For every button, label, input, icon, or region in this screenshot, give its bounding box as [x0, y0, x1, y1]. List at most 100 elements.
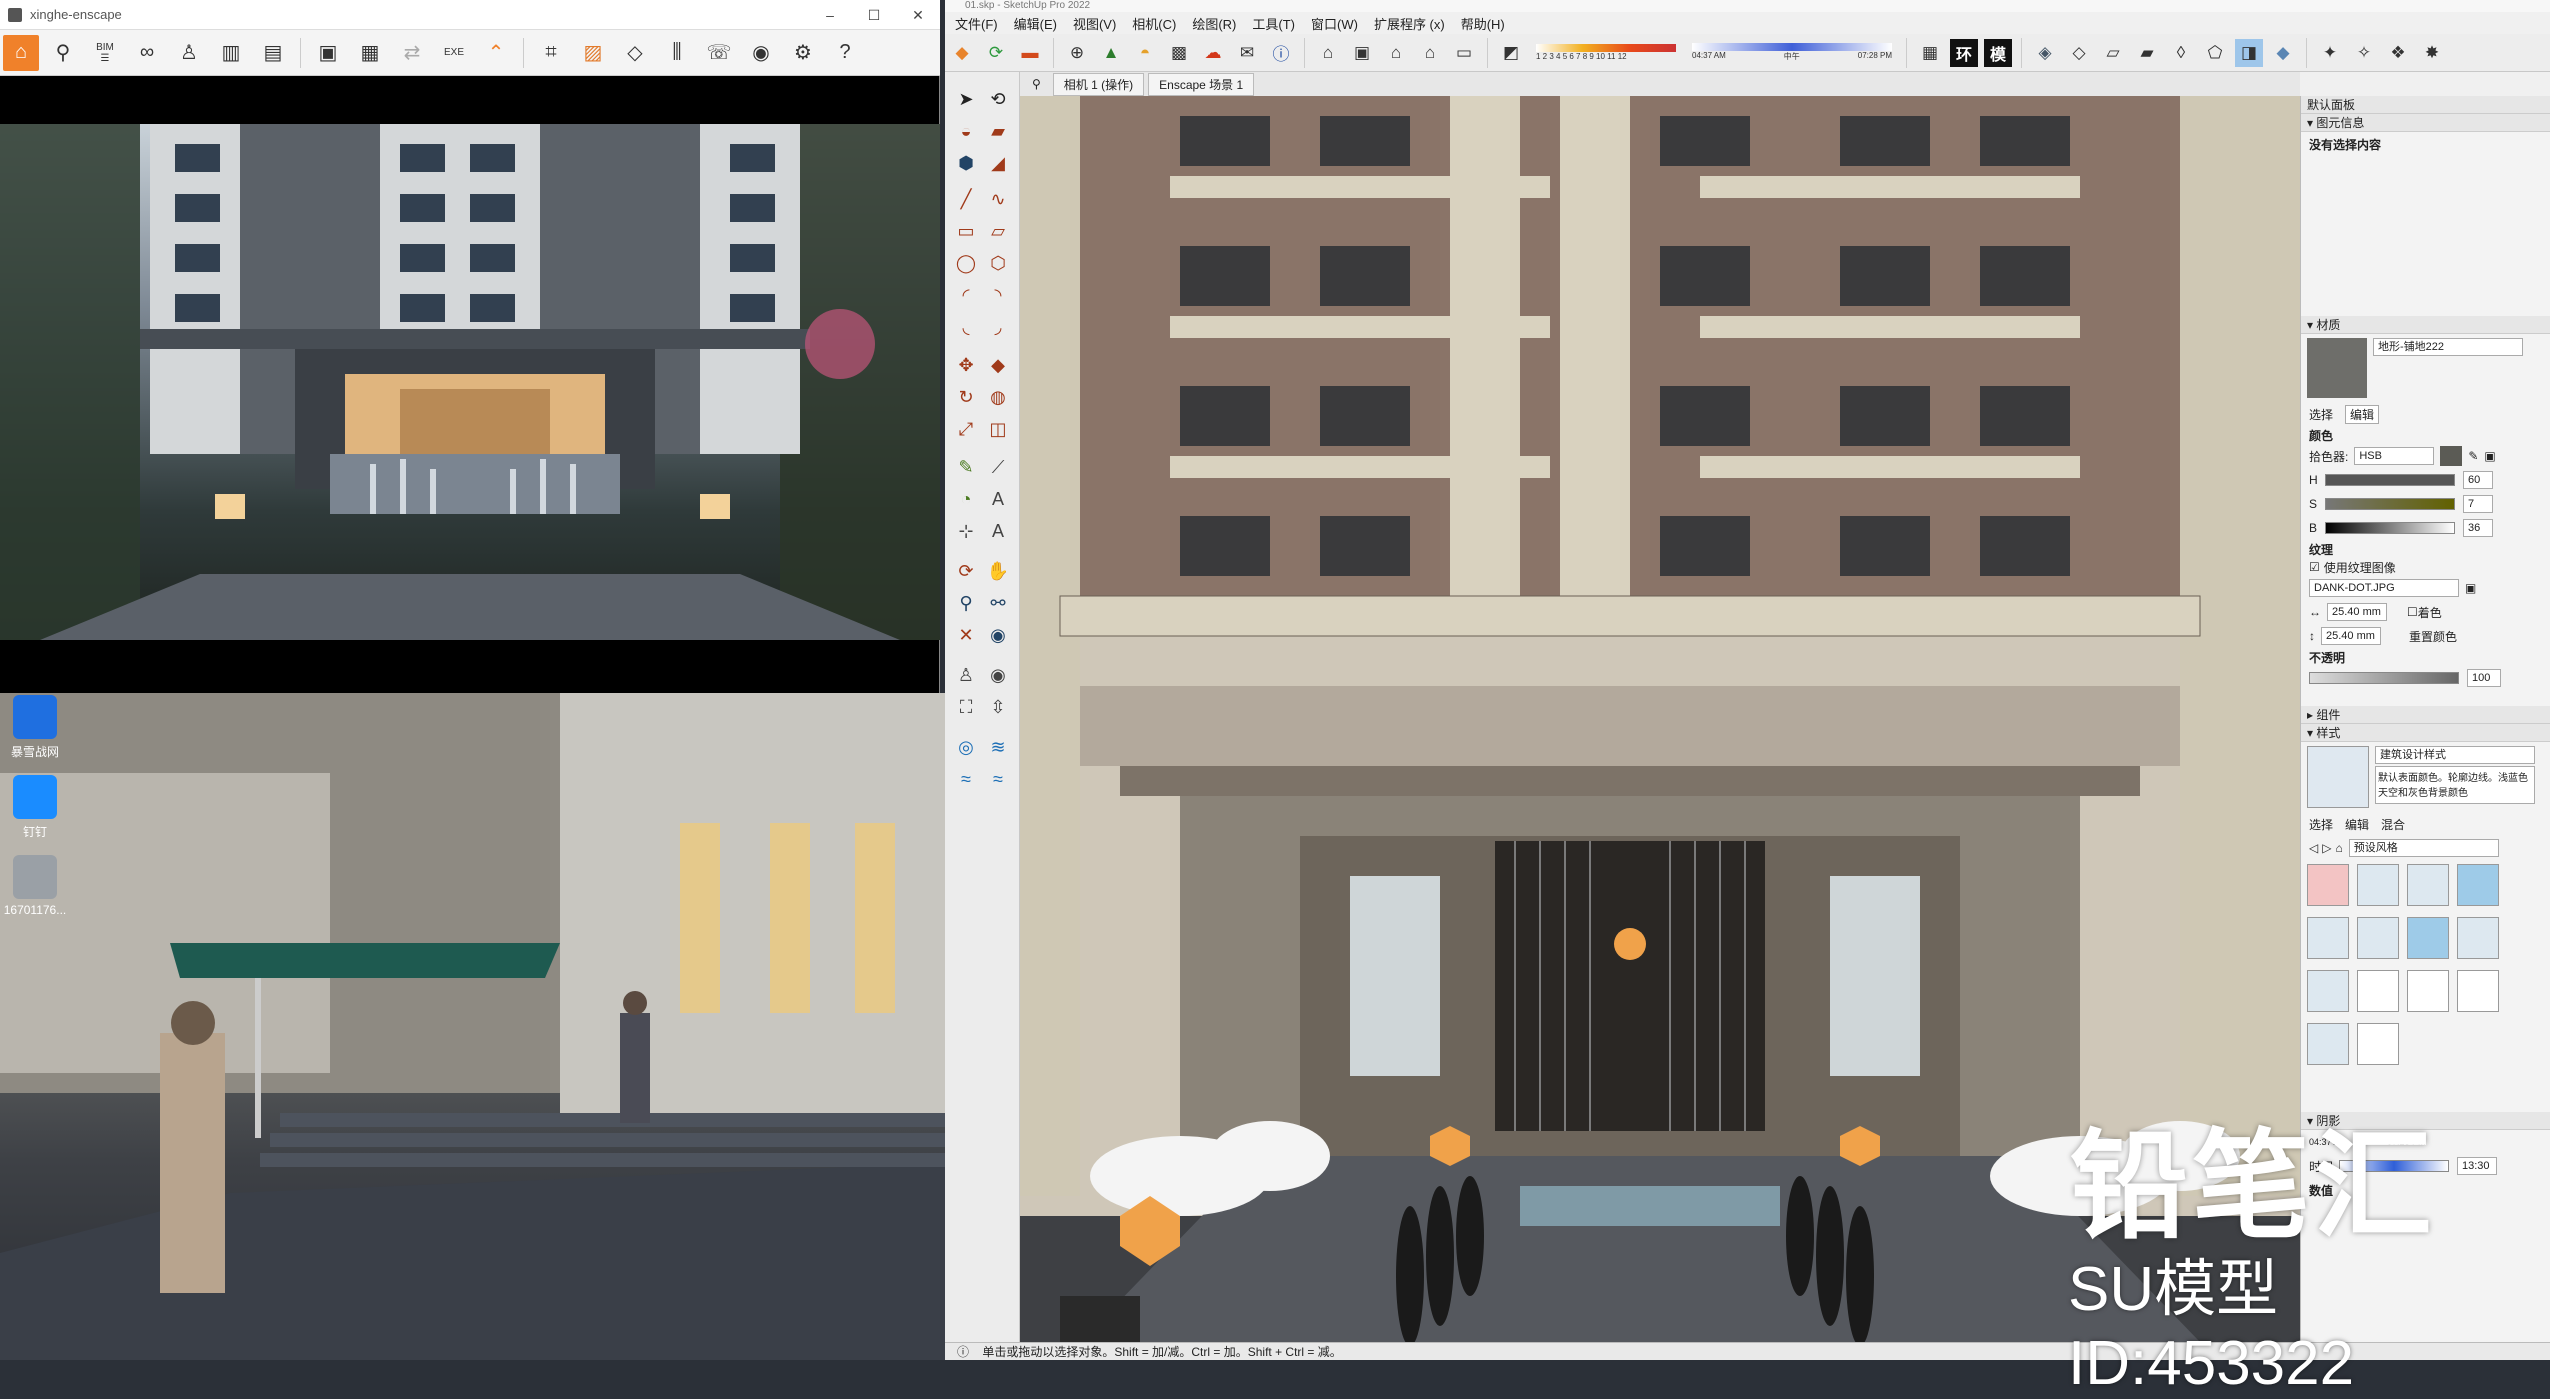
forward-arrow-icon[interactable]: ▷ [2322, 841, 2331, 855]
menu-draw[interactable]: 绘图(R) [1192, 14, 1236, 33]
3d-text-icon[interactable]: A [983, 516, 1013, 546]
binoculars-icon[interactable]: ∞ [129, 35, 165, 71]
shadow-time-input[interactable]: 13:30 [2457, 1157, 2498, 1175]
sun-icon[interactable]: ◓ [1131, 39, 1159, 67]
tape-measure-icon[interactable]: ✎ [951, 452, 981, 482]
style-tab-mix[interactable]: 混合 [2381, 816, 2405, 833]
colorize-checkbox[interactable]: ☐ [2407, 605, 2418, 619]
pie-tool-icon[interactable]: ◞ [983, 312, 1013, 342]
style-swatch[interactable] [2457, 864, 2499, 906]
library-icon[interactable]: ⫼ [659, 35, 695, 71]
maximize-button[interactable]: ☐ [852, 0, 896, 30]
style-description[interactable]: 默认表面颜色。轮廓边线。浅蓝色天空和灰色背景颜色 [2375, 766, 2535, 804]
zoom-extents-icon[interactable]: ✕ [951, 620, 981, 650]
s-slider[interactable] [2325, 498, 2455, 510]
extension-icon[interactable]: ▣ [1348, 39, 1376, 67]
exe-export-icon[interactable]: EXE [436, 35, 472, 71]
material-name-input[interactable]: 地形-铺地222 [2373, 338, 2523, 356]
warehouse-icon[interactable]: ⌂ [1314, 39, 1342, 67]
arc3-tool-icon[interactable]: ◟ [951, 312, 981, 342]
texture-height-input[interactable]: 25.40 mm [2321, 627, 2381, 645]
menu-tools[interactable]: 工具(T) [1252, 14, 1295, 33]
tab-select[interactable]: 选择 [2309, 406, 2333, 423]
style-swatch[interactable] [2357, 864, 2399, 906]
add-icon[interactable]: ⊕ [1063, 39, 1091, 67]
tab-enscape-scene-1[interactable]: Enscape 场景 1 [1148, 72, 1255, 96]
polygon-tool-icon[interactable]: ⬡ [983, 248, 1013, 278]
material-swatch[interactable] [2307, 338, 2367, 398]
look-around-icon[interactable]: ◉ [983, 660, 1013, 690]
section-plane-icon[interactable]: ⇳ [983, 692, 1013, 722]
walk-tool-icon[interactable]: ⛶ [951, 692, 981, 722]
right-view-icon[interactable]: ▰ [2133, 39, 2161, 67]
month-slider[interactable]: 1 2 3 4 5 6 7 8 9 10 11 12 [1536, 40, 1676, 66]
batch-render-icon[interactable]: ▦ [352, 35, 388, 71]
plugin-c-icon[interactable]: ❖ [2384, 39, 2412, 67]
menu-help[interactable]: 帮助(H) [1461, 14, 1505, 33]
picker-select[interactable]: HSB [2354, 447, 2435, 465]
followme-tool-icon[interactable]: ◍ [983, 382, 1013, 412]
enscape-render-view[interactable] [0, 124, 940, 640]
rotated-rect-tool-icon[interactable]: ▱ [983, 216, 1013, 246]
opacity-slider[interactable] [2309, 672, 2459, 684]
model-button[interactable]: 模 [1984, 38, 2012, 67]
xray-icon[interactable]: ◨ [2235, 38, 2263, 67]
close-button[interactable]: ✕ [896, 0, 940, 30]
style-tab-edit[interactable]: 编辑 [2345, 816, 2369, 833]
rotate-tool-icon[interactable]: ↻ [951, 382, 981, 412]
menu-window[interactable]: 窗口(W) [1311, 14, 1358, 33]
info-circle-icon[interactable]: ⓘ [957, 1345, 969, 1359]
house-icon[interactable]: ⌂ [1382, 39, 1410, 67]
tree-icon[interactable]: ▲ [1097, 39, 1125, 67]
b-slider[interactable] [2325, 522, 2455, 534]
plugin-a-icon[interactable]: ✦ [2316, 39, 2344, 67]
building-icon[interactable]: ▥ [213, 35, 249, 71]
plugin-b-icon[interactable]: ✧ [2350, 39, 2378, 67]
env-button[interactable]: 环 [1950, 38, 1978, 67]
info-icon[interactable]: ⓘ [1267, 39, 1295, 67]
s-input[interactable]: 7 [2463, 495, 2493, 513]
orbit-tool-icon[interactable]: ⟲ [983, 84, 1013, 114]
h-slider[interactable] [2325, 474, 2455, 486]
shadow-toggle-icon[interactable]: ◩ [1497, 39, 1525, 67]
menu-file[interactable]: 文件(F) [955, 14, 998, 33]
scale-tool-icon[interactable]: ⤢ [951, 414, 981, 444]
materials-header[interactable]: ▾ 材质 [2301, 316, 2550, 334]
sample-paint-icon[interactable]: ✎ [2468, 449, 2478, 463]
pan-tool-icon[interactable]: ✋ [983, 556, 1013, 586]
style-swatch[interactable] [2357, 917, 2399, 959]
screenshot-icon[interactable]: ▣ [310, 35, 346, 71]
opacity-input[interactable]: 100 [2467, 669, 2501, 687]
component-icon[interactable]: ⬢ [951, 148, 981, 178]
offset-tool-icon[interactable]: ◫ [983, 414, 1013, 444]
menu-camera[interactable]: 相机(C) [1132, 14, 1176, 33]
search-icon[interactable]: ⚲ [1032, 77, 1041, 91]
left-view-icon[interactable]: ⬠ [2201, 39, 2229, 67]
gear-icon[interactable]: ⚙ [785, 35, 821, 71]
cloud-icon[interactable]: ☁ [1199, 39, 1227, 67]
help-icon[interactable]: ? [827, 35, 863, 71]
style-name-input[interactable]: 建筑设计样式 [2375, 746, 2535, 764]
texture-file-input[interactable]: DANK-DOT.JPG [2309, 579, 2459, 597]
enscape-tools-icon[interactable]: ▬ [1016, 39, 1044, 67]
rectangle-tool-icon[interactable]: ▭ [951, 216, 981, 246]
reset-color-button[interactable]: 重置颜色 [2409, 628, 2457, 645]
storefront-icon[interactable]: ▭ [1450, 39, 1478, 67]
style-swatch[interactable] [2457, 970, 2499, 1012]
use-texture-checkbox[interactable]: ☑ [2309, 560, 2320, 574]
arc2-tool-icon[interactable]: ◝ [983, 280, 1013, 310]
h-input[interactable]: 60 [2463, 471, 2493, 489]
chat-icon[interactable]: ☏ [701, 35, 737, 71]
minimize-button[interactable]: – [808, 0, 852, 30]
sandbox-b-icon[interactable]: ≋ [983, 732, 1013, 762]
style-swatch[interactable] [2307, 970, 2349, 1012]
line-tool-icon[interactable]: ╱ [951, 184, 981, 214]
person-icon[interactable]: ♙ [171, 35, 207, 71]
bim-icon[interactable]: BIM ☰ [87, 35, 123, 71]
dimension-tool-icon[interactable]: ⟋ [983, 452, 1013, 482]
text-tool-icon[interactable]: A [983, 484, 1013, 514]
texture-width-input[interactable]: 25.40 mm [2327, 603, 2387, 621]
table-icon[interactable]: ▦ [1916, 39, 1944, 67]
sandbox-a-icon[interactable]: ◎ [951, 732, 981, 762]
style-swatch[interactable] [2307, 1023, 2349, 1065]
